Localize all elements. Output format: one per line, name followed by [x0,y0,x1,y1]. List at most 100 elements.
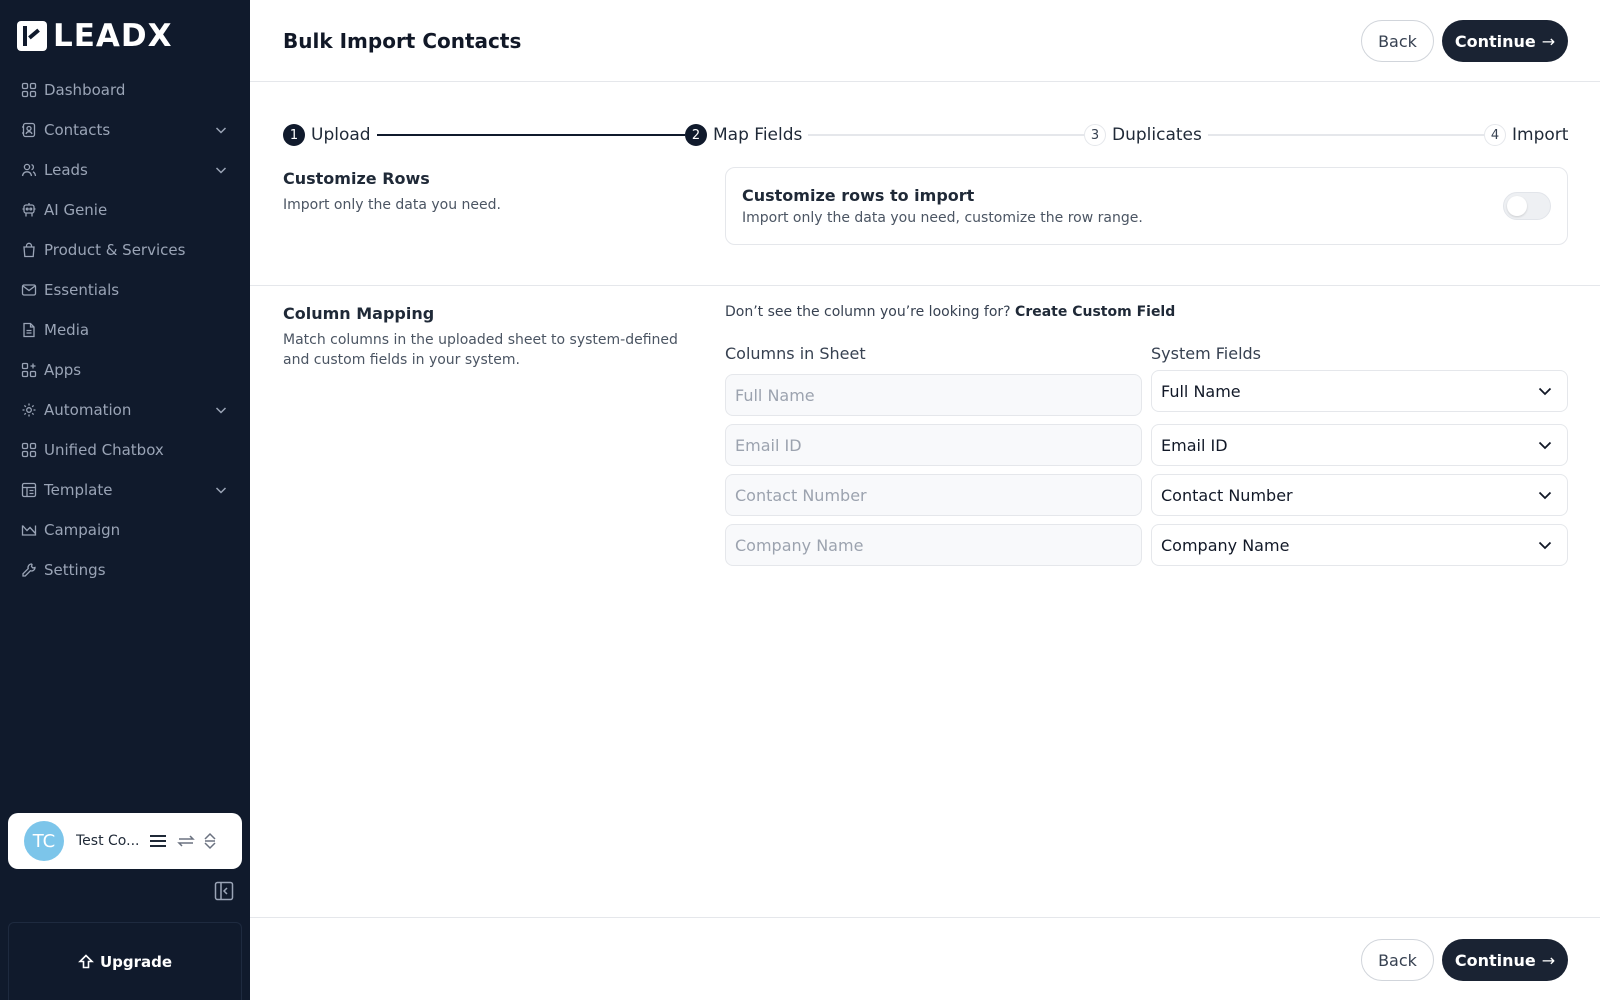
sidebar-item-label: Campaign [44,521,121,539]
hint-text: Don’t see the column you’re looking for? [725,304,1011,320]
sidebar-item-product-services[interactable]: Product & Services [0,230,250,270]
dashboard-icon [21,82,37,98]
step-label: Import [1512,125,1569,145]
customize-rows-card-desc: Import only the data you need, customize… [742,210,1143,226]
chevron-down-icon[interactable] [214,483,228,497]
sidebar-item-automation[interactable]: Automation [0,390,250,430]
sheet-column-field[interactable]: Company Name [725,524,1142,566]
customize-rows-title: Customize Rows [283,169,430,188]
step-upload[interactable]: 1 Upload [283,122,377,148]
sidebar-item-contacts[interactable]: Contacts [0,110,250,150]
sheet-column-field[interactable]: Email ID [725,424,1142,466]
system-field-select[interactable]: Email ID [1151,424,1568,466]
column-mapping-desc-line2: and custom fields in your system. [283,352,520,368]
sidebar-item-label: Leads [44,161,88,179]
chevron-down-icon[interactable] [214,123,228,137]
sidebar-item-unified-chatbox[interactable]: Unified Chatbox [0,430,250,470]
system-fields-header: System Fields [1151,344,1262,363]
collapse-sidebar-icon[interactable] [214,881,234,901]
step-number: 2 [685,124,707,146]
chevron-down-icon [1538,387,1552,396]
sheet-column-field[interactable]: Full Name [725,374,1142,416]
automation-gear-icon [21,402,37,418]
switch-arrows-icon[interactable] [176,831,196,851]
sidebar-item-template[interactable]: Template [0,470,250,510]
step-import[interactable]: 4 Import [1484,122,1569,148]
sidebar-item-label: Essentials [44,281,120,299]
sidebar: LEADX Dashboard Contacts Leads AI Genie … [0,0,250,1000]
step-map-fields[interactable]: 2 Map Fields [685,122,809,148]
back-button[interactable]: Back [1361,20,1434,62]
system-field-value: Contact Number [1161,485,1293,505]
toggle-knob [1507,196,1527,216]
footer-continue-button[interactable]: Continue → [1442,939,1568,981]
document-icon [21,322,37,338]
column-mapping-desc: Match columns in the uploaded sheet to s… [283,330,678,370]
avatar[interactable]: TC [24,821,64,861]
chevron-down-icon [1538,441,1552,450]
sidebar-item-dashboard[interactable]: Dashboard [0,70,250,110]
campaign-icon [21,522,37,538]
chevron-down-icon[interactable] [214,403,228,417]
sidebar-item-label: Settings [44,561,106,579]
ai-genie-icon [21,202,37,218]
bag-icon [21,242,37,258]
columns-in-sheet-header: Columns in Sheet [725,344,866,363]
system-field-select[interactable]: Company Name [1151,524,1568,566]
sidebar-item-essentials[interactable]: Essentials [0,270,250,310]
sidebar-item-label: AI Genie [44,201,108,219]
upgrade-button[interactable]: Upgrade [8,922,242,1000]
customize-rows-card-title: Customize rows to import [742,186,975,205]
step-label: Map Fields [713,125,803,145]
section-divider [250,285,1600,286]
step-label: Duplicates [1112,125,1202,145]
arrow-right-icon: → [1541,950,1556,970]
chevron-down-icon [1538,541,1552,550]
sidebar-item-label: Unified Chatbox [44,441,164,459]
sidebar-item-leads[interactable]: Leads [0,150,250,190]
menu-icon[interactable] [148,831,168,851]
settings-icon [21,562,37,578]
continue-button[interactable]: Continue → [1442,20,1568,62]
system-field-select[interactable]: Contact Number [1151,474,1568,516]
upgrade-label: Upgrade [99,952,173,971]
template-icon [21,482,37,498]
chevron-down-icon[interactable] [214,163,228,177]
upgrade-arrow-icon [78,953,94,968]
customize-rows-card: Customize rows to import Import only the… [725,167,1568,245]
sidebar-item-campaign[interactable]: Campaign [0,510,250,550]
sheet-column-field[interactable]: Contact Number [725,474,1142,516]
system-field-value: Email ID [1161,435,1228,455]
customize-rows-toggle[interactable] [1503,192,1551,220]
brand-name: LEADX [53,18,173,54]
step-label: Upload [311,125,371,145]
sidebar-item-settings[interactable]: Settings [0,550,250,590]
arrow-right-icon: → [1541,31,1556,51]
back-button-label: Back [1378,950,1417,970]
leads-icon [21,162,37,178]
sidebar-item-media[interactable]: Media [0,310,250,350]
column-mapping-title: Column Mapping [283,304,435,323]
custom-field-hint: Don’t see the column you’re looking for?… [725,304,1175,320]
customize-rows-desc: Import only the data you need. [283,197,501,213]
column-mapping-desc-line1: Match columns in the uploaded sheet to s… [283,332,678,348]
sidebar-item-ai-genie[interactable]: AI Genie [0,190,250,230]
chatbox-grid-icon [21,442,37,458]
apps-icon [21,362,37,378]
profile-card[interactable]: TC Test Co... [8,813,242,869]
page-footer: Back Continue → [250,917,1600,1000]
sidebar-nav: Dashboard Contacts Leads AI Genie Produc… [0,70,250,590]
profile-name: Test Co... [76,833,140,849]
step-duplicates[interactable]: 3 Duplicates [1084,122,1208,148]
footer-back-button[interactable]: Back [1361,939,1434,981]
step-number: 3 [1084,124,1106,146]
system-field-select[interactable]: Full Name [1151,370,1568,412]
sidebar-item-label: Apps [44,361,82,379]
sidebar-item-label: Automation [44,401,132,419]
system-field-value: Full Name [1161,381,1241,401]
create-custom-field-link[interactable]: Create Custom Field [1015,304,1175,320]
sidebar-item-apps[interactable]: Apps [0,350,250,390]
chevron-up-down-icon[interactable] [200,831,220,851]
back-button-label: Back [1378,31,1417,51]
brand-logo[interactable]: LEADX [17,18,173,54]
